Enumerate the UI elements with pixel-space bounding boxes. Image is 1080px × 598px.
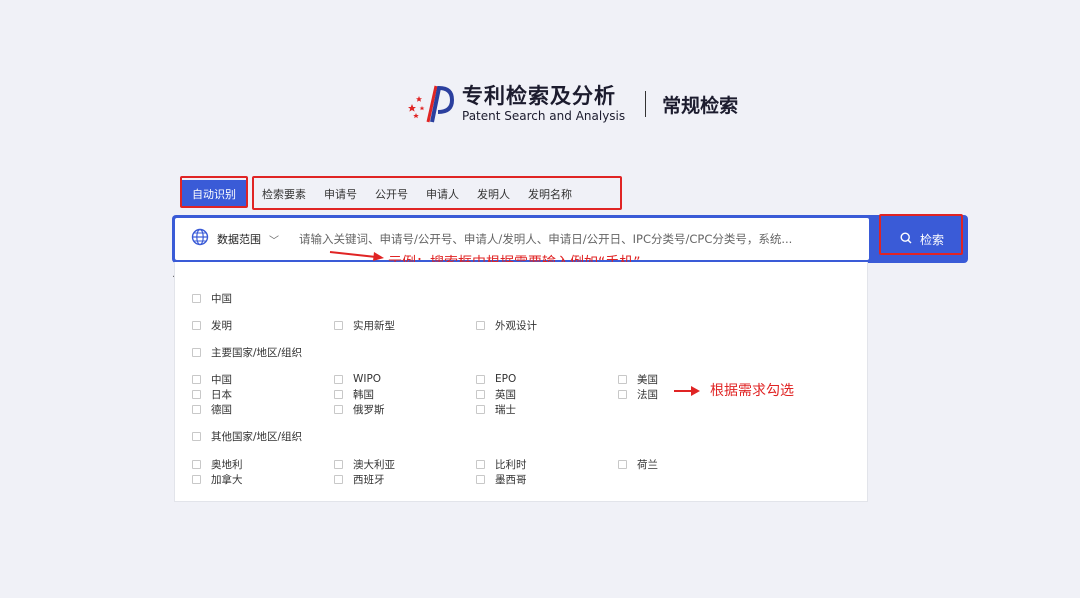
checkbox-country[interactable]: 加拿大	[192, 472, 243, 486]
checkbox-box[interactable]	[192, 404, 201, 414]
checkbox-country[interactable]: 英国	[476, 387, 516, 401]
checkbox-label: 法国	[637, 388, 658, 401]
patent-logo-icon	[402, 82, 456, 126]
checkbox-country[interactable]: 俄罗斯	[334, 402, 385, 416]
data-scope-dropdown[interactable]: 数据范围 ﹀	[175, 218, 279, 260]
checkbox-label: 日本	[211, 388, 232, 401]
checkbox-label: 比利时	[495, 458, 527, 471]
checkbox-country[interactable]: 日本	[192, 387, 232, 401]
checkbox-label: 主要国家/地区/组织	[211, 346, 303, 359]
chevron-down-icon: ﹀	[269, 235, 279, 247]
checkbox-box[interactable]	[192, 374, 201, 384]
checkbox-country[interactable]: 比利时	[476, 457, 527, 471]
checkbox-label: 发明	[211, 319, 232, 332]
checkbox-box[interactable]	[334, 320, 343, 330]
checkbox-design[interactable]: 外观设计	[476, 318, 537, 332]
checkbox-label: 美国	[637, 373, 658, 386]
checkbox-box[interactable]	[476, 320, 485, 330]
checkbox-label: 奥地利	[211, 458, 243, 471]
checkbox-country[interactable]: WIPO	[334, 372, 381, 386]
brand-name-cn: 专利检索及分析	[462, 84, 616, 108]
tab-publication-number[interactable]: 公开号	[366, 186, 417, 202]
checkbox-country[interactable]: 西班牙	[334, 472, 385, 486]
tab-application-number[interactable]: 申请号	[315, 186, 366, 202]
checkbox-label: EPO	[495, 373, 517, 385]
checkbox-label: 中国	[211, 292, 232, 305]
checkbox-box[interactable]	[192, 474, 201, 484]
checkbox-major-regions[interactable]: 主要国家/地区/组织	[192, 345, 302, 359]
checkbox-label: 瑞士	[495, 403, 516, 416]
checkbox-label: 韩国	[353, 388, 374, 401]
checkbox-box[interactable]	[192, 347, 201, 357]
checkbox-box[interactable]	[476, 459, 485, 469]
checkbox-box[interactable]	[192, 320, 201, 330]
tab-applicant[interactable]: 申请人	[417, 186, 468, 202]
brand-divider	[645, 91, 647, 117]
checkbox-box[interactable]	[618, 374, 627, 384]
checkbox-label: 德国	[211, 403, 232, 416]
checkbox-label: 加拿大	[211, 473, 243, 486]
checkbox-box[interactable]	[192, 459, 201, 469]
checkbox-box[interactable]	[334, 459, 343, 469]
checkbox-box[interactable]	[192, 431, 201, 441]
tab-auto-detect[interactable]: 自动识别	[182, 180, 246, 208]
checkbox-label: 荷兰	[637, 458, 658, 471]
search-type-tabs: 检索要素 申请号 公开号 申请人 发明人 发明名称	[254, 180, 581, 208]
checkbox-label: 墨西哥	[495, 473, 527, 486]
search-icon	[900, 231, 912, 247]
checkbox-label: 西班牙	[353, 473, 385, 486]
checkbox-box[interactable]	[334, 404, 343, 414]
checkbox-box[interactable]	[476, 404, 485, 414]
checkbox-label: WIPO	[353, 373, 382, 385]
checkbox-invention[interactable]: 发明	[192, 318, 232, 332]
checkbox-label: 外观设计	[495, 319, 537, 332]
checkbox-country[interactable]: 德国	[192, 402, 232, 416]
checkbox-country[interactable]: 美国	[618, 372, 658, 386]
annotation-arrow-example	[329, 251, 384, 261]
checkbox-box[interactable]	[476, 474, 485, 484]
search-button[interactable]: 检索	[882, 217, 962, 261]
search-button-label: 检索	[919, 232, 944, 247]
checkbox-box[interactable]	[618, 389, 627, 399]
annotation-arrow-select	[674, 386, 700, 396]
checkbox-box[interactable]	[334, 374, 343, 384]
checkbox-label: 英国	[495, 388, 516, 401]
brand-header: 专利检索及分析 Patent Search and Analysis 常规检索	[402, 82, 738, 126]
checkbox-other-regions[interactable]: 其他国家/地区/组织	[192, 429, 302, 443]
checkbox-box[interactable]	[192, 389, 201, 399]
globe-icon	[191, 228, 209, 250]
tab-invention-title[interactable]: 发明名称	[519, 186, 581, 202]
checkbox-country[interactable]: 澳大利亚	[334, 457, 395, 471]
checkbox-label: 澳大利亚	[353, 458, 395, 471]
tab-search-elements[interactable]: 检索要素	[254, 186, 315, 202]
checkbox-box[interactable]	[476, 389, 485, 399]
checkbox-box[interactable]	[476, 374, 485, 384]
checkbox-country[interactable]: 韩国	[334, 387, 374, 401]
checkbox-country[interactable]: 法国	[618, 387, 658, 401]
checkbox-country[interactable]: 奥地利	[192, 457, 243, 471]
checkbox-label: 实用新型	[353, 319, 395, 332]
data-scope-label: 数据范围	[217, 233, 261, 246]
checkbox-country[interactable]: 荷兰	[618, 457, 658, 471]
checkbox-box[interactable]	[192, 293, 201, 303]
checkbox-utility-model[interactable]: 实用新型	[334, 318, 395, 332]
checkbox-box[interactable]	[334, 389, 343, 399]
tab-inventor[interactable]: 发明人	[468, 186, 519, 202]
annotation-select-hint: 根据需求勾选	[710, 383, 794, 399]
page-title: 常规检索	[662, 94, 739, 117]
checkbox-china[interactable]: 中国	[192, 291, 232, 305]
checkbox-country[interactable]: 瑞士	[476, 402, 516, 416]
checkbox-label: 其他国家/地区/组织	[211, 430, 303, 443]
checkbox-country[interactable]: 中国	[192, 372, 232, 386]
checkbox-box[interactable]	[334, 474, 343, 484]
checkbox-label: 中国	[211, 373, 232, 386]
brand-name-en: Patent Search and Analysis	[462, 109, 626, 123]
checkbox-country[interactable]: 墨西哥	[476, 472, 527, 486]
checkbox-box[interactable]	[618, 459, 627, 469]
checkbox-label: 俄罗斯	[353, 403, 385, 416]
checkbox-country[interactable]: EPO	[476, 372, 516, 386]
